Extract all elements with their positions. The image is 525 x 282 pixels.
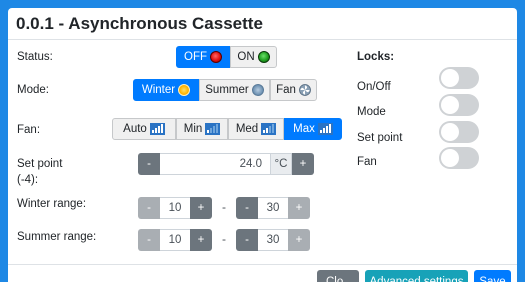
toggle-knob (441, 149, 459, 167)
setpoint-sublabel: (-4): (17, 174, 39, 186)
fan-label: Fan: (17, 124, 41, 136)
winter-min-decrease-button[interactable]: - (138, 197, 160, 219)
fan-icon (299, 84, 311, 96)
setpoint-value: 24.0 (160, 153, 270, 175)
lock-setpoint-label: Set point (357, 132, 403, 144)
mode-fan-button[interactable]: Fan (270, 79, 317, 101)
fan-min-bars-icon (205, 123, 221, 135)
mode-summer-label: Summer (205, 84, 249, 96)
winter-min-value: 10 (160, 197, 190, 219)
setpoint-unit: °C (270, 153, 292, 175)
setpoint-increase-button[interactable]: + (292, 153, 314, 175)
fan-med-bars-icon (261, 123, 277, 135)
status-on-button[interactable]: ON (230, 46, 277, 68)
fan-med-button[interactable]: Med (228, 118, 284, 140)
status-on-label: ON (237, 51, 255, 63)
mode-winter-label: Winter (141, 84, 176, 96)
close-button[interactable]: Clo (317, 270, 359, 282)
fan-min-label: Min (183, 123, 203, 135)
summer-max-increase-button[interactable]: + (288, 229, 310, 251)
fan-max-button[interactable]: Max (284, 118, 342, 140)
winter-min-increase-button[interactable]: + (190, 197, 212, 219)
snowflake-icon (251, 84, 264, 96)
winter-range-label: Winter range: (17, 198, 87, 210)
fan-auto-label: Auto (123, 123, 147, 135)
lock-fan-toggle[interactable] (439, 147, 479, 169)
modal-footer-divider (8, 264, 517, 265)
fan-auto-bars-icon (149, 123, 165, 135)
summer-range-separator: - (222, 232, 226, 246)
winter-max-increase-button[interactable]: + (288, 197, 310, 219)
red-led-icon (210, 51, 222, 63)
summer-min-value: 10 (160, 229, 190, 251)
summer-range-label: Summer range: (17, 231, 97, 243)
lock-onoff-toggle[interactable] (439, 67, 479, 89)
summer-min-increase-button[interactable]: + (190, 229, 212, 251)
summer-max-value: 30 (258, 229, 288, 251)
mode-label: Mode: (17, 84, 49, 96)
lock-setpoint-toggle[interactable] (439, 121, 479, 143)
status-label: Status: (17, 51, 53, 63)
summer-max-decrease-button[interactable]: - (236, 229, 258, 251)
locks-title: Locks: (357, 51, 395, 63)
winter-max-decrease-button[interactable]: - (236, 197, 258, 219)
toggle-knob (441, 69, 459, 87)
fan-auto-button[interactable]: Auto (112, 118, 176, 140)
winter-max-value: 30 (258, 197, 288, 219)
setpoint-decrease-button[interactable]: - (138, 153, 160, 175)
status-off-button[interactable]: OFF (176, 46, 230, 68)
setpoint-label: Set point (17, 158, 63, 170)
mode-winter-button[interactable]: Winter (133, 79, 199, 101)
toggle-knob (441, 96, 459, 114)
device-modal: 0.0.1 - Asynchronous Cassette Status: OF… (8, 8, 517, 282)
fan-min-button[interactable]: Min (176, 118, 228, 140)
lock-fan-label: Fan (357, 156, 377, 168)
lock-mode-toggle[interactable] (439, 94, 479, 116)
winter-range-separator: - (222, 200, 226, 214)
toggle-knob (441, 123, 459, 141)
modal-title: 0.0.1 - Asynchronous Cassette (8, 8, 517, 40)
lock-onoff-label: On/Off (357, 81, 391, 93)
advanced-settings-button[interactable]: Advanced settings (365, 270, 468, 282)
sun-icon (178, 84, 191, 96)
fan-max-label: Max (293, 123, 315, 135)
mode-fan-label: Fan (276, 84, 296, 96)
save-button[interactable]: Save (474, 270, 511, 282)
fan-med-label: Med (235, 123, 259, 135)
mode-summer-button[interactable]: Summer (199, 79, 270, 101)
status-off-label: OFF (184, 51, 207, 63)
summer-min-decrease-button[interactable]: - (138, 229, 160, 251)
fan-max-bars-icon (317, 123, 333, 135)
lock-mode-label: Mode (357, 106, 386, 118)
green-led-icon (257, 51, 270, 63)
